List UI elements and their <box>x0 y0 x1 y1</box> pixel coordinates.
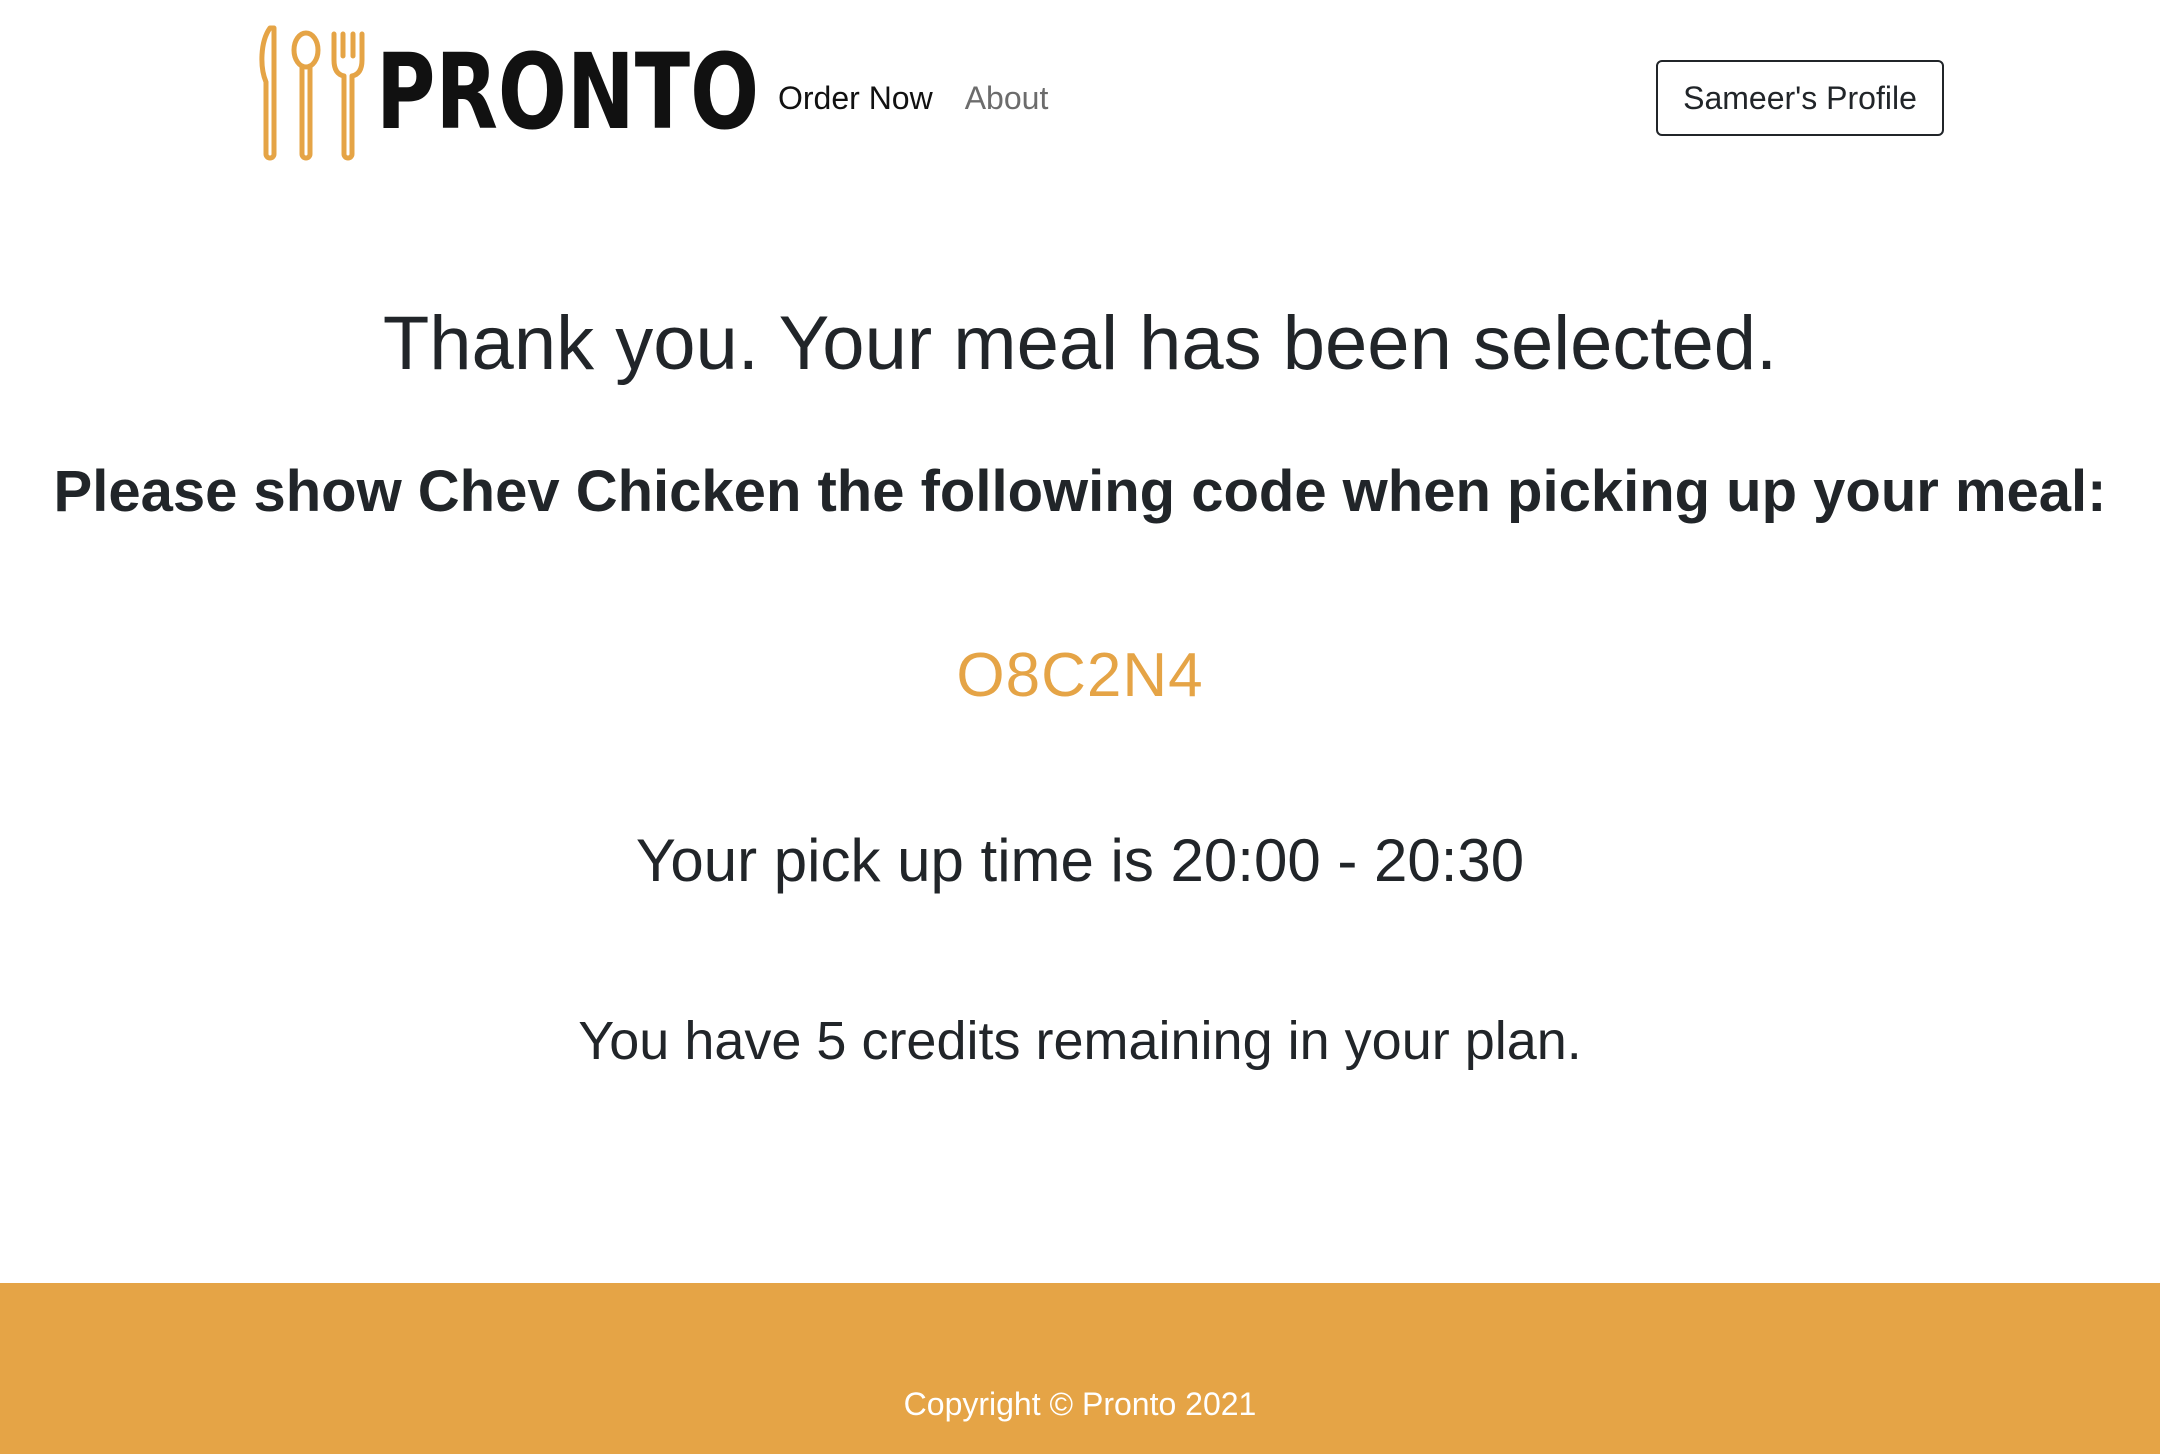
profile-button[interactable]: Sameer's Profile <box>1656 60 1944 136</box>
copyright-text: Copyright © Pronto 2021 <box>903 1386 1257 1422</box>
credits-remaining: You have 5 credits remaining in your pla… <box>578 1011 1582 1071</box>
nav-link-about[interactable]: About <box>965 78 1049 118</box>
brand-logo-link[interactable]: PRONTO <box>256 22 867 162</box>
brand-name: PRONTO <box>376 31 760 153</box>
pickup-instruction: Please show Chev Chicken the following c… <box>53 459 2107 524</box>
pickup-time: Your pick up time is 20:00 - 20:30 <box>635 827 1525 894</box>
page: PRONTO Order Now About Sameer's Profile … <box>0 0 2160 1454</box>
cutlery-icon <box>256 22 368 162</box>
pickup-code: O8C2N4 <box>956 641 1204 710</box>
confirmation-headline: Thank you. Your meal has been selected. <box>382 301 1778 386</box>
nav-link-order-now[interactable]: Order Now <box>778 78 933 118</box>
footer: Copyright © Pronto 2021 <box>0 1283 2160 1454</box>
nav-links: Order Now About <box>778 78 1048 118</box>
navbar: PRONTO Order Now About Sameer's Profile <box>0 0 2160 200</box>
